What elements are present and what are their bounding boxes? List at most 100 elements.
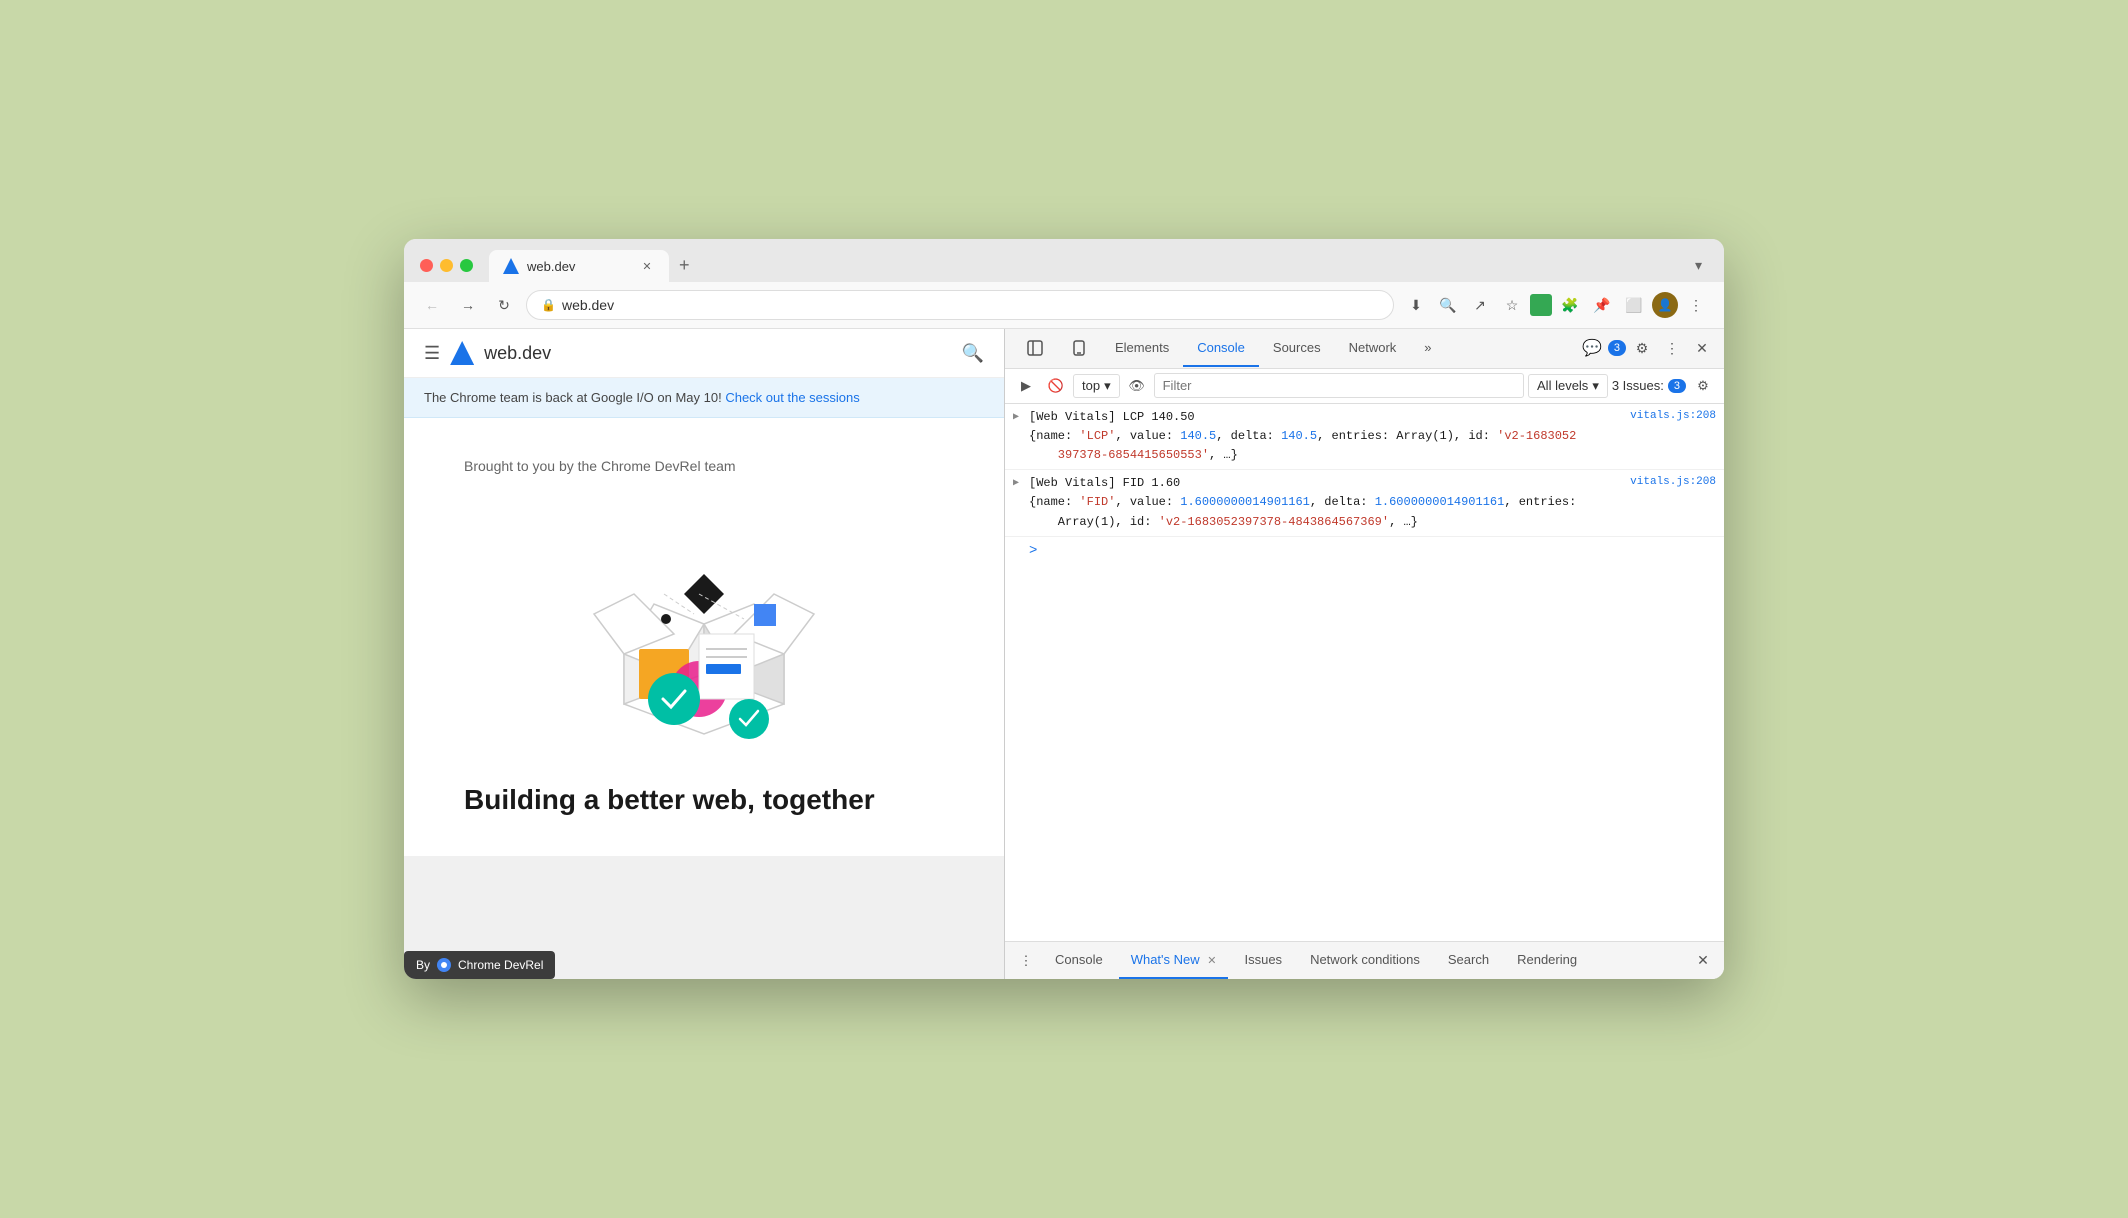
console-settings-icon[interactable]: ⚙ [1690,373,1716,399]
extensions-icon[interactable]: 🧩 [1556,291,1584,319]
drawer-tab-search[interactable]: Search [1436,942,1501,979]
console-toolbar: ▶ 🚫 top ▾ 👁 All levels ▾ 3 Issues: 3 ⚙ [1005,369,1724,404]
devtools-more-icon[interactable]: ⋮ [1658,334,1686,362]
traffic-lights [420,259,473,272]
announcement-link[interactable]: Check out the sessions [725,390,859,405]
drawer-tab-rendering[interactable]: Rendering [1505,942,1589,979]
tab-inspect[interactable] [1013,329,1057,368]
source-link-fid[interactable]: vitals.js:208 [1630,474,1716,492]
console-line1-fid: [Web Vitals] FID 1.60 [1029,474,1716,493]
console-entry-lcp: ▶ vitals.js:208 [Web Vitals] LCP 140.50 … [1005,404,1724,471]
pin-icon[interactable]: 📌 [1588,291,1616,319]
toolbar: ← → ↻ 🔒 web.dev ⬇ 🔍 ↗ ☆ 🧩 📌 ⬜ 👤 ⋮ [404,282,1724,329]
expand-arrow-lcp[interactable]: ▶ [1013,410,1019,426]
console-line1-lcp: [Web Vitals] LCP 140.50 [1029,408,1716,427]
hamburger-icon[interactable]: ☰ [424,343,440,364]
lock-icon: 🔒 [541,298,556,312]
console-output: ▶ vitals.js:208 [Web Vitals] LCP 140.50 … [1005,404,1724,941]
announcement-text: The Chrome team is back at Google I/O on… [424,390,722,405]
refresh-button[interactable]: ↻ [490,291,518,319]
issues-icon: 💬 [1582,338,1602,358]
console-clear-button[interactable]: 🚫 [1043,373,1069,399]
expand-arrow-fid[interactable]: ▶ [1013,476,1019,492]
tab-device[interactable] [1057,329,1101,368]
close-button[interactable] [420,259,433,272]
active-tab[interactable]: web.dev ✕ [489,250,669,282]
download-icon[interactable]: ⬇ [1402,291,1430,319]
drawer-tab-issues[interactable]: Issues [1232,942,1294,979]
issues-count-badge: 3 Issues: 3 [1612,378,1686,393]
main-area: ☰ web.dev 🔍 The Chrome team is back at G… [404,329,1724,979]
drawer-tab-close-icon[interactable]: ✕ [1207,955,1216,967]
console-entry-fid: ▶ vitals.js:208 [Web Vitals] FID 1.60 {n… [1005,470,1724,537]
avatar[interactable]: 👤 [1652,292,1678,318]
dropdown-arrow: ▾ [1104,378,1111,394]
page-bottom-text: Building a better web, together [424,784,984,836]
drawer-menu-icon[interactable]: ⋮ [1013,948,1039,974]
minimize-button[interactable] [440,259,453,272]
tab-close-button[interactable]: ✕ [639,258,655,274]
brought-by-text: Brought to you by the Chrome DevRel team [424,458,984,474]
extension-green-icon[interactable] [1530,294,1552,316]
context-dropdown[interactable]: top ▾ [1073,374,1120,398]
forward-button[interactable]: → [454,291,482,319]
console-play-button[interactable]: ▶ [1013,373,1039,399]
tab-network[interactable]: Network [1335,330,1411,367]
chevron-down-icon[interactable]: ▾ [1689,251,1708,280]
devtools-panel: Elements Console Sources Network » 💬 3 ⚙… [1004,329,1724,979]
filter-input[interactable] [1154,373,1524,398]
log-level-label: All levels [1537,378,1588,393]
tab-title: web.dev [527,259,575,274]
device-icon [1071,340,1087,356]
bottom-tooltip-text: By [416,958,430,972]
menu-icon[interactable]: ⋮ [1682,291,1710,319]
new-tab-button[interactable]: + [669,249,700,282]
tabs-bar: web.dev ✕ + [489,249,1681,282]
devtools-tabs: Elements Console Sources Network » 💬 3 ⚙… [1005,329,1724,369]
illustration [424,504,984,764]
issues-label: 3 Issues: [1612,378,1664,393]
star-icon[interactable]: ☆ [1498,291,1526,319]
hero-illustration [544,504,864,764]
site-title: web.dev [484,343,551,364]
tab-elements[interactable]: Elements [1101,330,1183,367]
browser-window: web.dev ✕ + ▾ ← → ↻ 🔒 web.dev ⬇ 🔍 ↗ ☆ 🧩 … [404,239,1724,979]
page-illustration: Brought to you by the Chrome DevRel team [404,418,1004,856]
log-level-dropdown[interactable]: All levels ▾ [1528,374,1608,398]
zoom-icon[interactable]: 🔍 [1434,291,1462,319]
source-link-lcp[interactable]: vitals.js:208 [1630,408,1716,426]
maximize-button[interactable] [460,259,473,272]
console-line2-fid: {name: 'FID', value: 1.6000000014901161,… [1029,493,1716,531]
tab-more[interactable]: » [1410,330,1445,367]
drawer-tab-network-conditions[interactable]: Network conditions [1298,942,1432,979]
devtools-close-icon[interactable]: ✕ [1688,334,1716,362]
drawer-tab-console[interactable]: Console [1043,942,1115,979]
console-prompt[interactable]: > [1005,537,1724,565]
page-header: ☰ web.dev 🔍 [404,329,1004,378]
toolbar-actions: ⬇ 🔍 ↗ ☆ 🧩 📌 ⬜ 👤 ⋮ [1402,291,1710,319]
bottom-drawer: ⋮ Console What's New ✕ Issues Network co… [1005,941,1724,979]
url-text: web.dev [562,297,614,313]
devtools-settings-icon[interactable]: ⚙ [1628,334,1656,362]
cast-icon[interactable]: ⬜ [1620,291,1648,319]
eye-button[interactable]: 👁 [1124,373,1150,399]
bottom-org-text: Chrome DevRel [458,958,543,972]
tab-sources[interactable]: Sources [1259,330,1335,367]
title-bar: web.dev ✕ + ▾ [404,239,1724,282]
search-icon[interactable]: 🔍 [962,343,984,364]
back-button[interactable]: ← [418,291,446,319]
drawer-tab-whatsnew[interactable]: What's New ✕ [1119,942,1229,979]
issues-badge: 3 [1608,340,1626,356]
page-content: ☰ web.dev 🔍 The Chrome team is back at G… [404,329,1004,856]
issues-number: 3 [1668,379,1686,393]
chrome-icon [436,957,452,973]
devtools-top-icons: 💬 3 ⚙ ⋮ ✕ [1582,334,1716,362]
address-bar[interactable]: 🔒 web.dev [526,290,1394,320]
bottom-tooltip: By Chrome DevRel [404,951,555,979]
drawer-close-icon[interactable]: ✕ [1690,948,1716,974]
page-wrapper: ☰ web.dev 🔍 The Chrome team is back at G… [404,329,1004,979]
webdev-logo [450,341,474,365]
share-icon[interactable]: ↗ [1466,291,1494,319]
context-label: top [1082,378,1100,393]
tab-console[interactable]: Console [1183,330,1259,367]
